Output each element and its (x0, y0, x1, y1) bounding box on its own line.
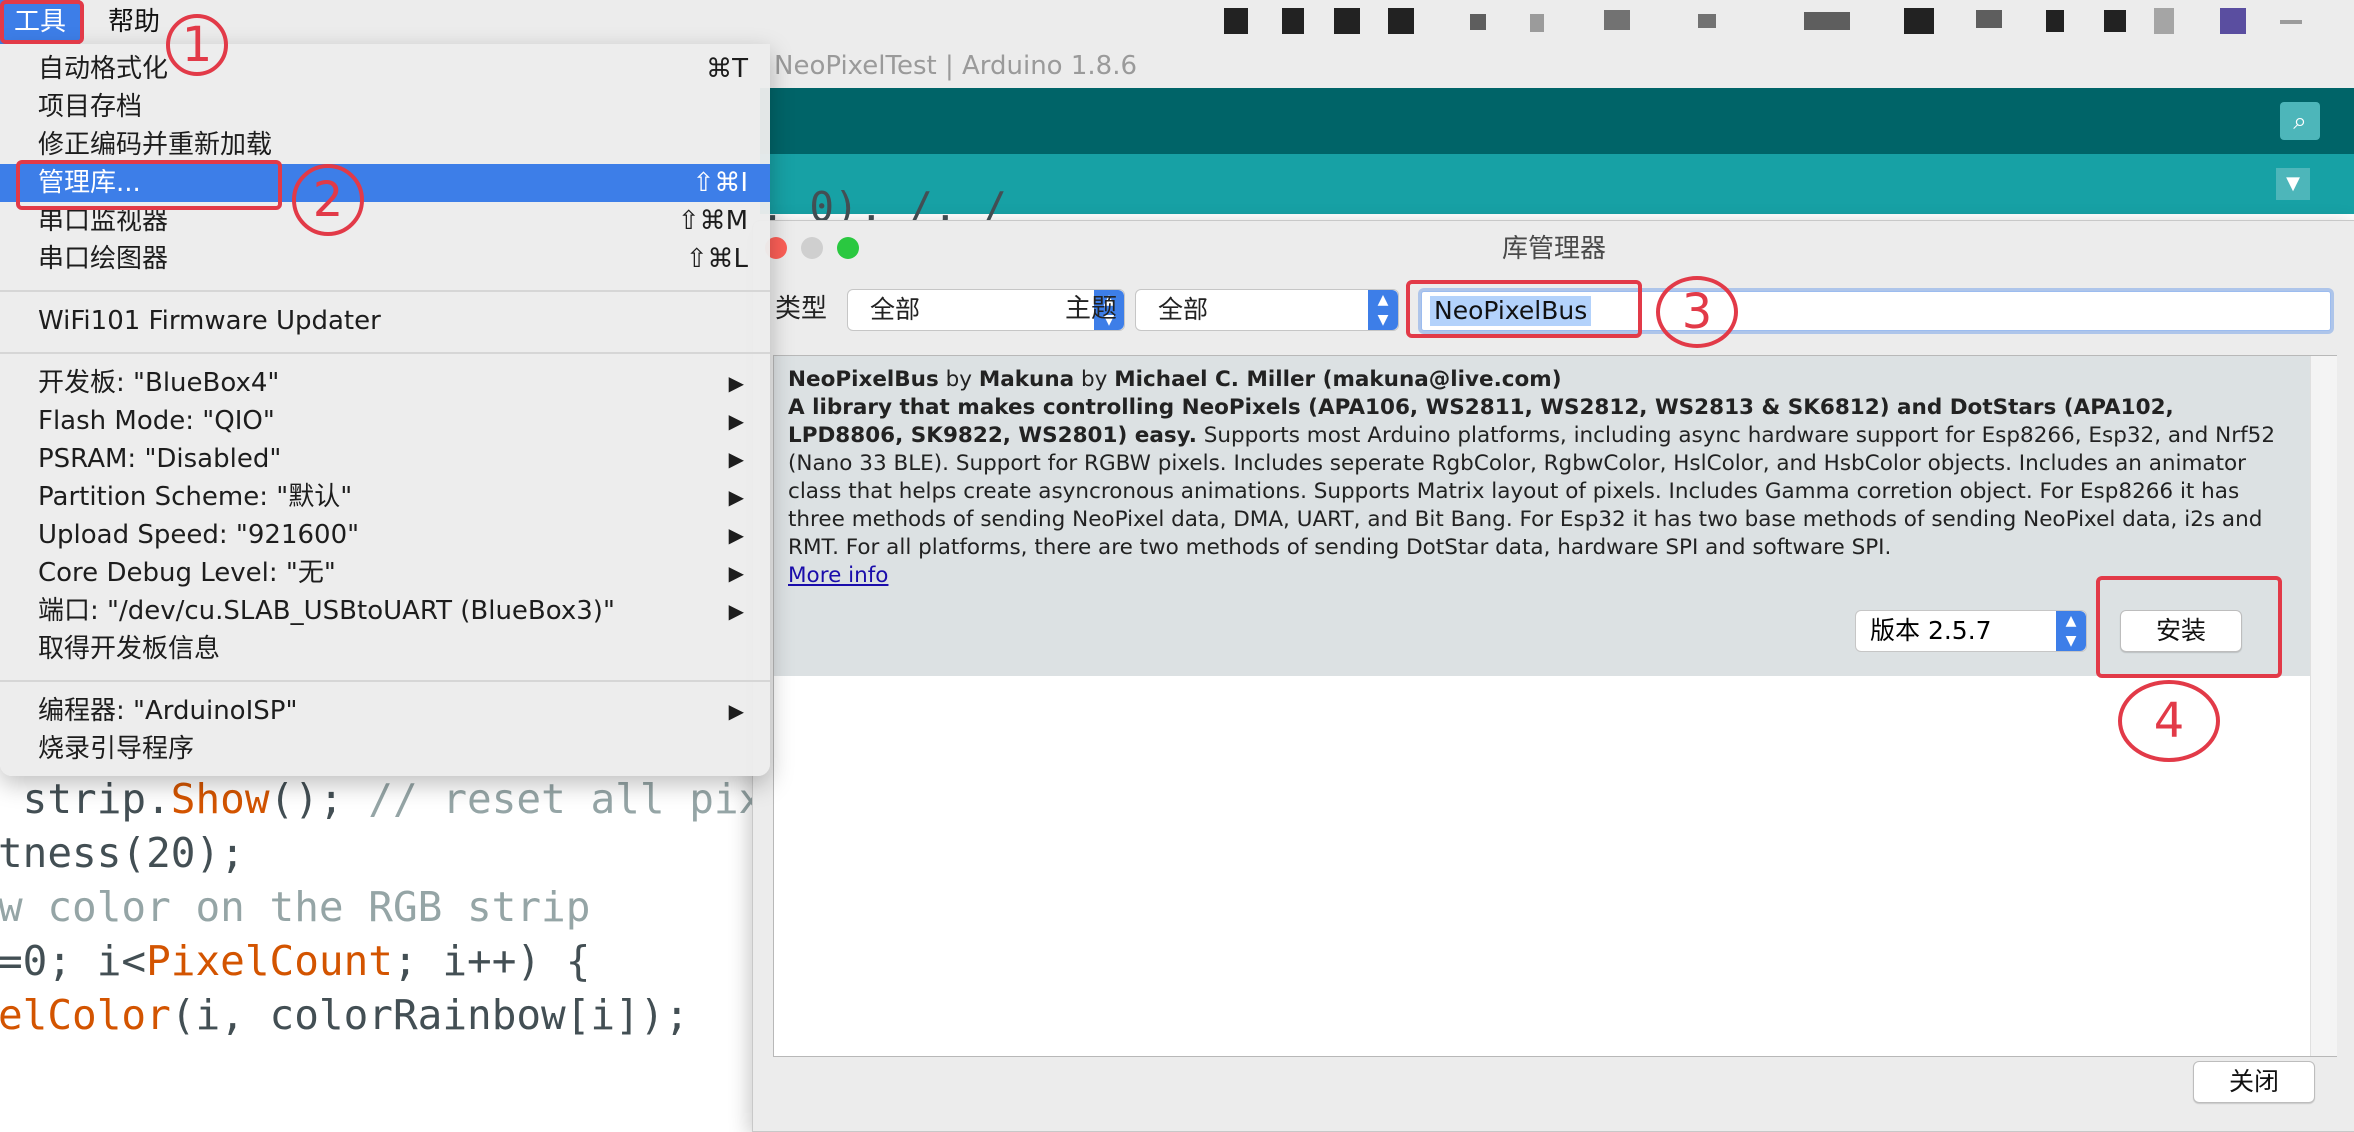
serial-monitor-icon[interactable]: ⌕ (2280, 102, 2320, 140)
topic-label: 主题 (1065, 294, 1118, 324)
menu-item-burn-bootloader[interactable]: 烧录引导程序 (0, 730, 770, 768)
library-name: NeoPixelBus (788, 367, 939, 392)
code-line: elColor(i, colorRainbow[i]); (0, 991, 690, 1039)
menu-item-serial-plotter[interactable]: 串口绘图器 ⇧⌘L (0, 240, 770, 278)
type-label: 类型 (775, 294, 828, 324)
annotation-box-4 (2096, 576, 2282, 678)
annotation-number-2: 2 (292, 164, 364, 236)
arduino-window-title: NeoPixelTest | Arduino 1.8.6 (774, 51, 1138, 81)
menu-item-fix-encoding[interactable]: 修正编码并重新加载 (0, 126, 770, 164)
menu-item-core-debug-level[interactable]: Core Debug Level: "无" ▶ (0, 554, 770, 592)
annotation-number-3: 3 (1656, 276, 1738, 348)
library-author: Makuna (978, 367, 1075, 392)
version-select[interactable]: 版本 2.5.7 ▲ ▼ (1855, 610, 2087, 652)
dialog-title: 库管理器 (1501, 234, 1606, 264)
by-text: by (945, 367, 973, 392)
annotation-box-3 (1406, 280, 1642, 338)
menu-item-programmer[interactable]: 编程器: "ArduinoISP" ▶ (0, 692, 770, 730)
arduino-toolbar (760, 88, 2354, 154)
close-button[interactable]: 关闭 (2193, 1061, 2315, 1103)
submenu-arrow-icon: ▶ (728, 371, 744, 395)
code-editor[interactable]: strip.Show(); // reset all pixe tness(20… (0, 772, 760, 1072)
annotation-number-1: 1 (166, 14, 228, 76)
status-bar-icons (1224, 8, 2304, 36)
menu-item-flash-mode[interactable]: Flash Mode: "QIO" ▶ (0, 402, 770, 440)
menu-item-partition-scheme[interactable]: Partition Scheme: "默认" ▶ (0, 478, 770, 516)
menu-item-upload-speed[interactable]: Upload Speed: "921600" ▶ (0, 516, 770, 554)
code-line: =0; i<PixelCount; i++) { (0, 937, 591, 985)
tab-menu-chevron-icon[interactable]: ▼ (2276, 168, 2310, 200)
submenu-arrow-icon: ▶ (728, 523, 744, 547)
version-select-value: 版本 2.5.7 (1870, 616, 1992, 645)
annotation-number-4: 4 (2118, 680, 2220, 762)
annotation-box-1 (0, 0, 84, 44)
library-entry-text: NeoPixelBus by Makuna by Michael C. Mill… (788, 366, 2288, 590)
menu-item-board[interactable]: 开发板: "BlueBox4" ▶ (0, 364, 770, 402)
code-line: w color on the RGB strip (0, 883, 591, 931)
menu-item-archive-sketch[interactable]: 项目存档 (0, 88, 770, 126)
library-list[interactable]: NeoPixelBus by Makuna by Michael C. Mill… (773, 355, 2337, 1057)
by-text: by (1081, 367, 1108, 392)
type-select-value: 全部 (870, 295, 921, 324)
submenu-arrow-icon: ▶ (728, 561, 744, 585)
library-maintainer: Michael C. Miller (makuna@live.com) (1114, 367, 1562, 392)
tools-menu: 自动格式化 ⌘T 项目存档 修正编码并重新加载 管理库... ⇧⌘I 串口监视器 ⇧⌘… (0, 44, 770, 776)
submenu-arrow-icon: ▶ (728, 447, 744, 471)
topic-select[interactable]: 全部 ▲ ▼ (1135, 289, 1399, 331)
menu-item-wifi101-updater[interactable]: WiFi101 Firmware Updater (0, 302, 770, 340)
menu-separator (0, 290, 770, 292)
submenu-arrow-icon: ▶ (728, 409, 744, 433)
menu-item-psram[interactable]: PSRAM: "Disabled" ▶ (0, 440, 770, 478)
topic-select-value: 全部 (1158, 295, 1209, 324)
menu-separator (0, 680, 770, 682)
list-scrollbar[interactable] (2310, 356, 2337, 1056)
menu-item-board-info[interactable]: 取得开发板信息 (0, 630, 770, 668)
menu-item-auto-format[interactable]: 自动格式化 ⌘T (0, 50, 770, 88)
submenu-arrow-icon: ▶ (728, 699, 744, 723)
menu-separator (0, 352, 770, 354)
menu-item-port[interactable]: 端口: "/dev/cu.SLAB_USBtoUART (BlueBox3)" ▶ (0, 592, 770, 630)
library-entry[interactable]: NeoPixelBus by Makuna by Michael C. Mill… (774, 356, 2310, 676)
select-caret-icon: ▲ ▼ (1368, 290, 1398, 330)
annotation-box-2 (16, 160, 282, 210)
select-caret-icon: ▲ ▼ (2056, 611, 2086, 651)
code-line: tness(20); (0, 829, 245, 877)
submenu-arrow-icon: ▶ (728, 485, 744, 509)
menu-help[interactable]: 帮助 (94, 0, 174, 44)
submenu-arrow-icon: ▶ (728, 599, 744, 623)
more-info-link[interactable]: More info (788, 563, 888, 588)
code-line: strip.Show(); // reset all pixe (0, 775, 760, 823)
